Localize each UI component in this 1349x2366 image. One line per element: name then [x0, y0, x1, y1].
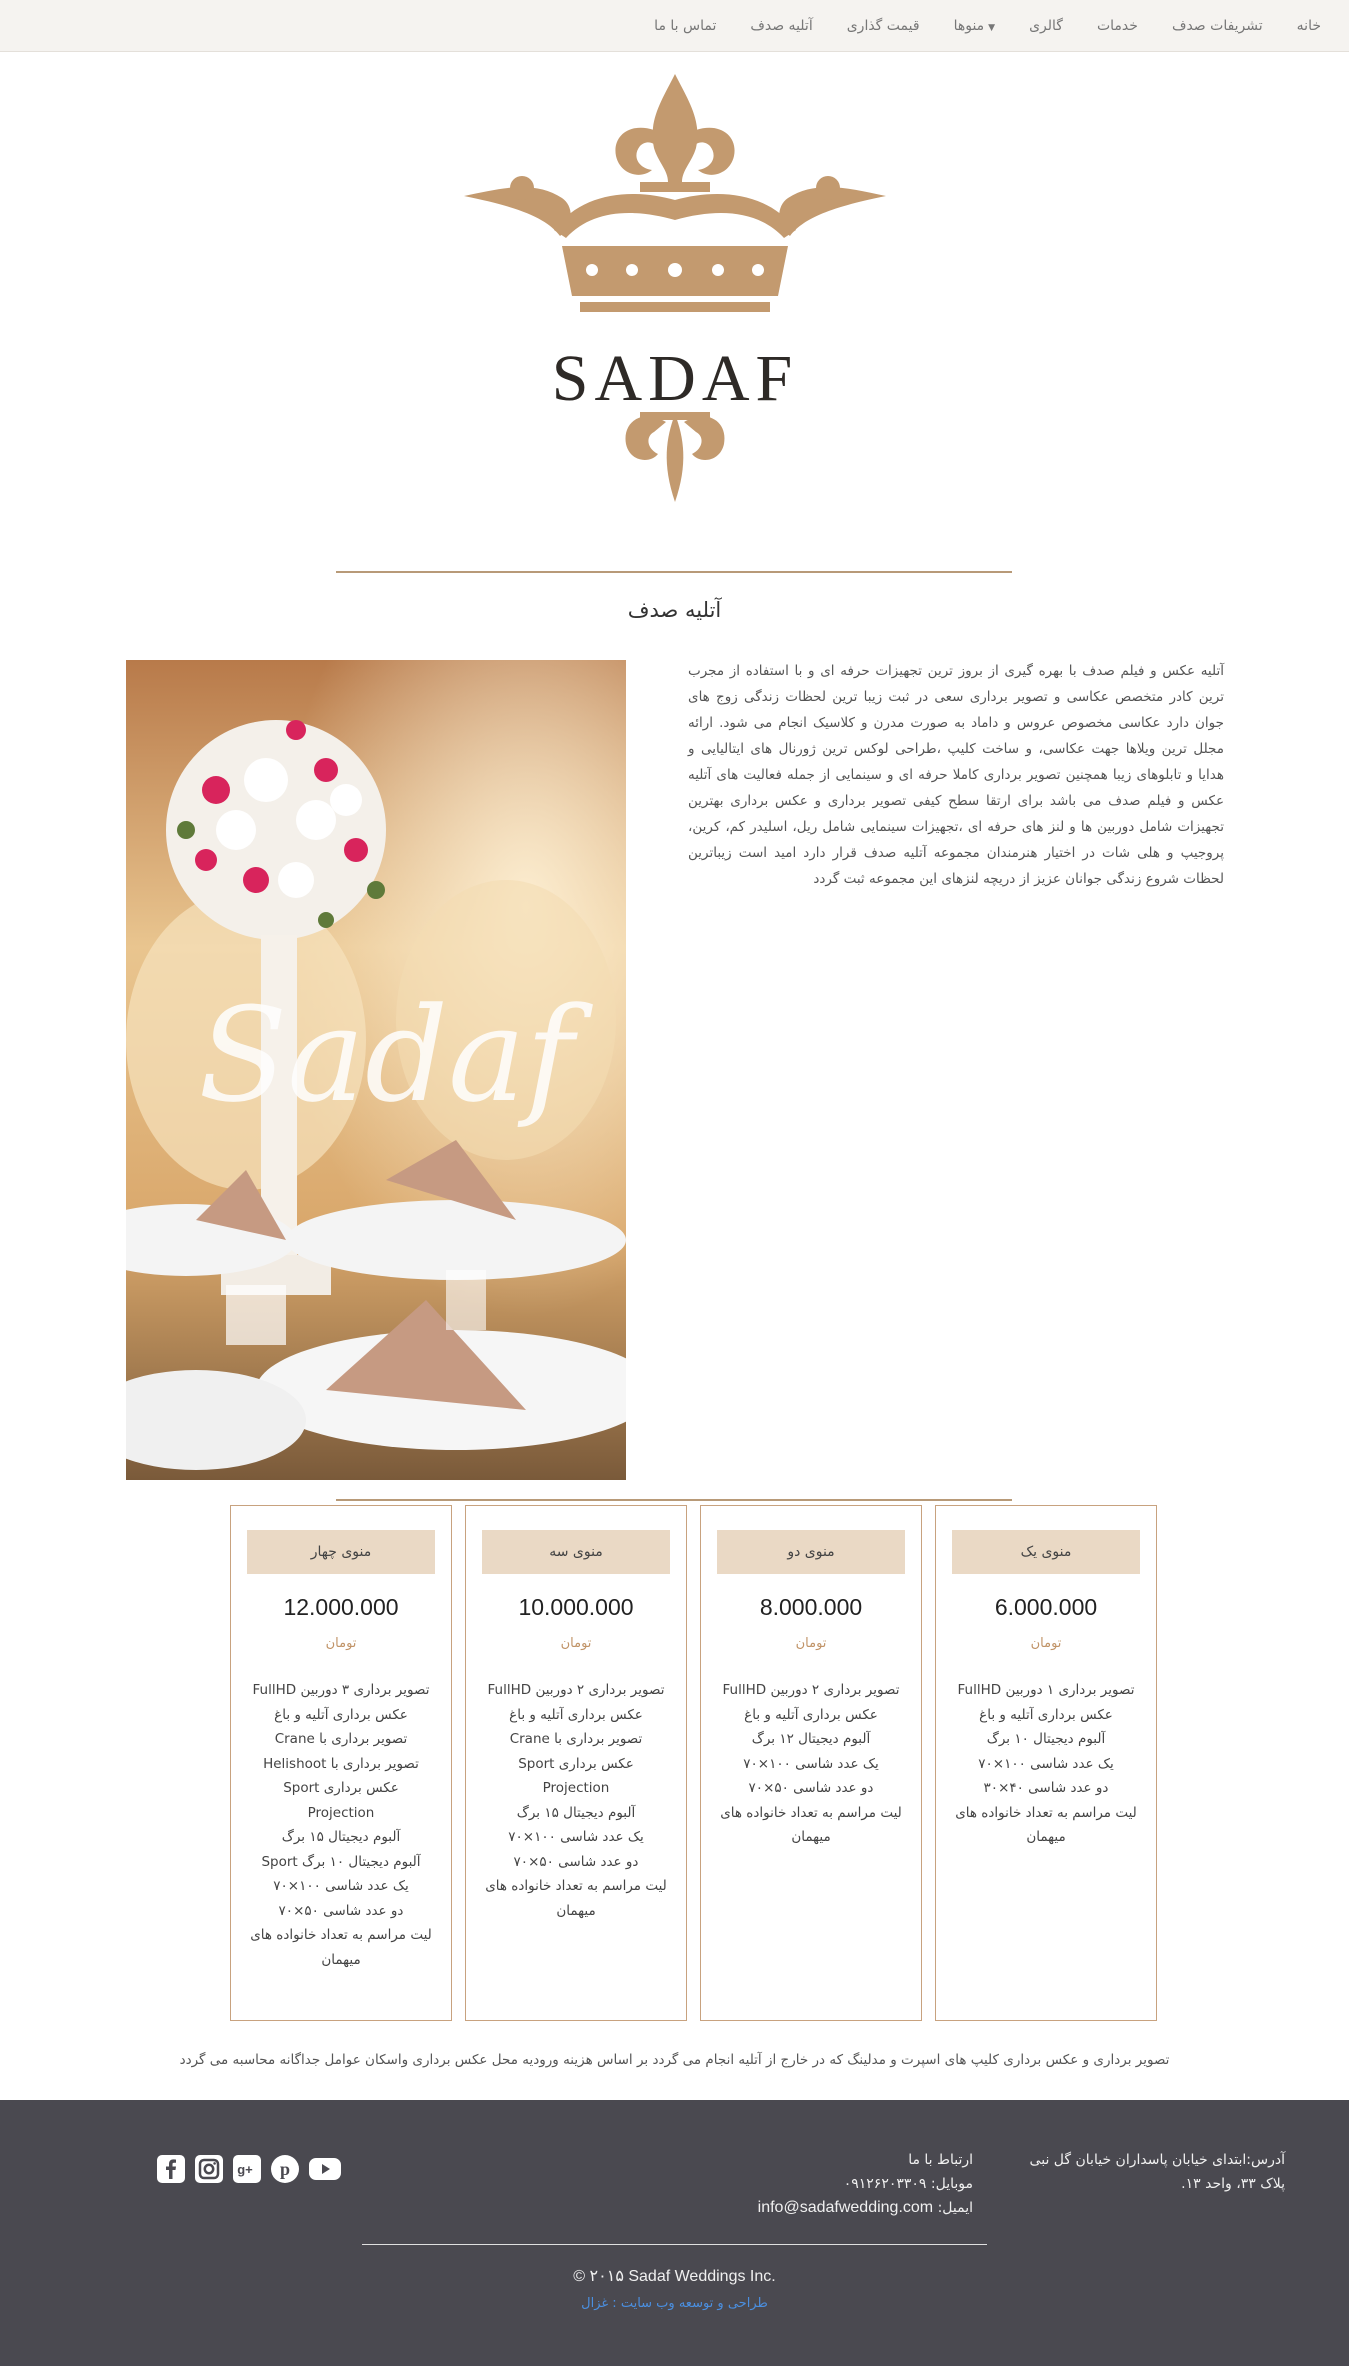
card-unit: تومان: [1030, 1636, 1062, 1651]
email-label: ایمیل:: [937, 2200, 973, 2216]
wedding-table-image: Sadaf: [126, 660, 626, 1480]
card-title: منوی یک: [952, 1530, 1140, 1574]
nav-menus-dropdown[interactable]: منوها ▼: [954, 18, 996, 34]
top-navbar: خانه تشریفات صدف خدمات گالری منوها ▼ قیمت…: [0, 0, 1349, 52]
nav-menus-label: منوها: [953, 18, 985, 34]
feature-item: عکس برداری آتلیه و باغ: [509, 1706, 643, 1723]
feature-item: آلبوم دیجیتال ۱۰ برگ: [986, 1731, 1106, 1747]
card-title: منوی چهار: [247, 1530, 435, 1574]
pricing-section: منوی یک 6.000.000 تومان تصویر برداری ۱ د…: [230, 1505, 1159, 2023]
feature-item: یک عدد شاسی ۱۰۰×۷۰: [508, 1829, 644, 1845]
feature-item: تصویر برداری ۲ دوربین FullHD: [722, 1682, 900, 1698]
feature-item: تصویر برداری ۱ دوربین FullHD: [957, 1682, 1135, 1698]
feature-item: عکس برداری آتلیه و باغ: [274, 1706, 408, 1723]
divider-pricing: [336, 1499, 1012, 1501]
feature-item: عکس برداری آتلیه و باغ: [979, 1706, 1113, 1723]
logo-text: SADAF: [552, 342, 798, 415]
nav-tashrifat[interactable]: تشریفات صدف: [1172, 18, 1263, 34]
feature-item: لیت مراسم به تعداد خانواده های میهمان: [485, 1878, 667, 1919]
pinterest-icon[interactable]: p: [270, 2154, 300, 2184]
feature-item: Projection: [542, 1780, 610, 1796]
feature-item: تصویر برداری ۲ دوربین FullHD: [487, 1682, 665, 1698]
card-price: 8.000.000: [759, 1594, 863, 1620]
footer-address: آدرس:ابتدای خیابان پاسداران خیابان گل نب…: [1005, 2148, 1285, 2196]
wedding-photo: Sadaf: [126, 660, 626, 1480]
feature-item: یک عدد شاسی ۱۰۰×۷۰: [743, 1755, 879, 1772]
svg-text:p: p: [280, 2159, 290, 2179]
feature-item: دو عدد شاسی ۵۰×۷۰: [748, 1780, 874, 1796]
email-row: ایمیل: info@sadafwedding.com: [713, 2196, 973, 2220]
feature-item: عکس برداری آتلیه و باغ: [744, 1706, 878, 1723]
card-unit: تومان: [325, 1636, 357, 1651]
feature-item: عکس برداری Sport: [518, 1755, 634, 1772]
nav-menu: خانه تشریفات صدف خدمات گالری منوها ▼ قیمت…: [654, 0, 1321, 52]
card-features: تصویر برداری ۲ دوربین FullHD عکس برداری …: [711, 1678, 911, 1850]
chevron-down-icon: ▼: [988, 23, 996, 33]
copyright: © ۲۰۱۵ Sadaf Weddings Inc.: [573, 2268, 776, 2285]
address-line: آدرس:ابتدای خیابان پاسداران خیابان گل نب…: [1029, 2152, 1285, 2168]
feature-item: دو عدد شاسی ۵۰×۷۰: [513, 1853, 639, 1870]
pricing-card-3: منوی سه 10.000.000 تومان تصویر برداری ۲ …: [465, 1505, 687, 2021]
feature-item: Projection: [307, 1804, 375, 1821]
crown-logo-icon: SADAF: [464, 74, 886, 502]
card-price: 10.000.000: [518, 1594, 634, 1620]
facebook-icon[interactable]: [156, 2154, 186, 2184]
feature-item: تصویر برداری ۳ دوربین FullHD: [252, 1682, 430, 1698]
feature-item: دو عدد شاسی ۴۰×۳۰: [983, 1780, 1109, 1796]
feature-item: آلبوم دیجیتال ۱۲ برگ: [751, 1731, 871, 1747]
feature-item: تصویر برداری با Crane: [274, 1731, 408, 1747]
card-price: 12.000.000: [283, 1594, 399, 1620]
designer-link[interactable]: طراحی و توسعه وب سایت : غزال: [0, 2296, 1349, 2311]
feature-item: لیت مراسم به تعداد خانواده های میهمان: [250, 1927, 432, 1968]
card-features: تصویر برداری ۱ دوربین FullHD عکس برداری …: [946, 1678, 1146, 1850]
youtube-icon[interactable]: [308, 2154, 341, 2184]
card-unit: تومان: [560, 1636, 592, 1651]
svg-text:g+: g+: [237, 2162, 253, 2177]
feature-item: لیت مراسم به تعداد خانواده های میهمان: [720, 1804, 902, 1846]
address-line: پلاک ۳۳، واحد ۱۳.: [1181, 2176, 1285, 2192]
feature-item: یک عدد شاسی ۱۰۰×۷۰: [978, 1755, 1114, 1772]
card-features: تصویر برداری ۳ دوربین FullHD عکس برداری …: [241, 1678, 441, 1972]
pricing-card-1: منوی یک 6.000.000 تومان تصویر برداری ۱ د…: [935, 1505, 1157, 2021]
feature-item: یک عدد شاسی ۱۰۰×۷۰: [273, 1878, 409, 1894]
footer: آدرس:ابتدای خیابان پاسداران خیابان گل نب…: [0, 2100, 1349, 2366]
email-link[interactable]: info@sadafwedding.com: [758, 2199, 933, 2216]
feature-item: آلبوم دیجیتال ۱۵ برگ: [281, 1829, 401, 1845]
nav-contact[interactable]: تماس با ما: [654, 18, 716, 34]
nav-gallery[interactable]: گالری: [1029, 18, 1063, 34]
card-features: تصویر برداری ۲ دوربین FullHD عکس برداری …: [476, 1678, 676, 1923]
instagram-icon[interactable]: [194, 2154, 224, 2184]
nav-atelier[interactable]: آتلیه صدف: [750, 18, 812, 34]
pricing-card-4: منوی چهار 12.000.000 تومان تصویر برداری …: [230, 1505, 452, 2021]
feature-item: عکس برداری Sport: [283, 1780, 399, 1796]
nav-pricing[interactable]: قیمت گذاری: [847, 18, 920, 34]
divider-top: [336, 571, 1012, 573]
contact-title: ارتباط با ما: [908, 2152, 973, 2168]
section-title: آتلیه صدف: [627, 598, 722, 622]
footer-contact: ارتباط با ما موبایل: ۰۹۱۲۶۲۰۳۳۰۹ ایمیل: …: [713, 2148, 973, 2220]
social-icons: g+ p: [156, 2154, 341, 2184]
card-title: منوی سه: [482, 1530, 670, 1574]
google-plus-icon[interactable]: g+: [232, 2154, 262, 2184]
feature-item: تصویر برداری با Crane: [509, 1731, 643, 1747]
sadaf-logo: SADAF: [462, 70, 888, 510]
feature-item: آلبوم دیجیتال ۱۵ برگ: [516, 1804, 636, 1821]
card-title: منوی دو: [717, 1530, 905, 1574]
card-unit: تومان: [795, 1636, 827, 1651]
about-paragraph: آتلیه عکس و فیلم صدف با بهره گیری از برو…: [688, 663, 1224, 887]
mobile-number: موبایل: ۰۹۱۲۶۲۰۳۳۰۹: [843, 2176, 973, 2192]
pricing-card-2: منوی دو 8.000.000 تومان تصویر برداری ۲ د…: [700, 1505, 922, 2021]
feature-item: دو عدد شاسی ۵۰×۷۰: [278, 1902, 404, 1919]
photo-watermark-text: Sadaf: [198, 979, 593, 1131]
pricing-note: تصویر برداری و عکس برداری کلیپ های اسپرت…: [179, 2052, 1170, 2068]
feature-item: آلبوم دیجیتال ۱۰ برگ Sport: [261, 1853, 421, 1870]
card-price: 6.000.000: [994, 1594, 1098, 1620]
footer-divider: [362, 2244, 987, 2245]
nav-services[interactable]: خدمات: [1097, 18, 1138, 34]
feature-item: لیت مراسم به تعداد خانواده های میهمان: [955, 1804, 1137, 1846]
nav-home[interactable]: خانه: [1297, 18, 1321, 34]
feature-item: تصویر برداری با Helishoot: [263, 1755, 419, 1772]
